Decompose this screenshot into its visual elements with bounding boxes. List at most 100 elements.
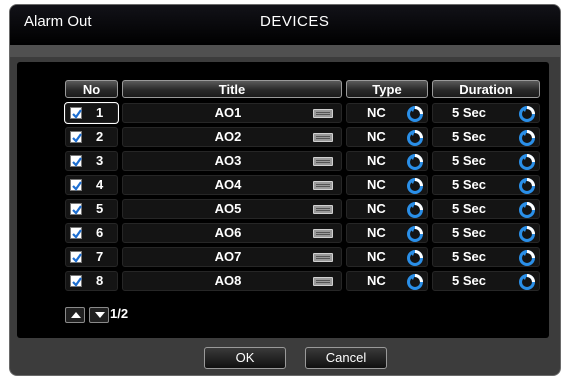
cycle-arrow-icon[interactable]	[519, 178, 535, 194]
page-down-button[interactable]	[89, 307, 109, 323]
type-field[interactable]: NC	[346, 151, 428, 171]
table-row: 8 AO8 NC 5 Sec	[0, 270, 571, 292]
header-duration: Duration	[432, 80, 540, 98]
title-text: AO7	[214, 249, 242, 264]
arrow-down-icon	[95, 312, 105, 318]
type-value: NC	[367, 249, 386, 264]
ok-button[interactable]: OK	[204, 347, 286, 369]
type-field[interactable]: NC	[346, 175, 428, 195]
title-field[interactable]: AO2	[122, 127, 342, 147]
duration-field[interactable]: 5 Sec	[432, 175, 540, 195]
window-title: DEVICES	[260, 13, 330, 30]
enable-checkbox[interactable]	[70, 107, 82, 119]
keyboard-icon[interactable]	[313, 133, 333, 142]
row-no-cell: 1	[64, 102, 119, 124]
cycle-arrow-icon[interactable]	[407, 250, 423, 266]
header-no: No	[65, 80, 118, 98]
duration-field[interactable]: 5 Sec	[432, 271, 540, 291]
cycle-arrow-icon[interactable]	[407, 274, 423, 290]
title-field[interactable]: AO4	[122, 175, 342, 195]
duration-field[interactable]: 5 Sec	[432, 223, 540, 243]
title-bar: Alarm Out DEVICES	[10, 5, 560, 45]
cycle-arrow-icon[interactable]	[519, 250, 535, 266]
keyboard-icon[interactable]	[313, 109, 333, 118]
title-text: AO1	[214, 105, 242, 120]
type-field[interactable]: NC	[346, 223, 428, 243]
page-up-button[interactable]	[65, 307, 85, 323]
keyboard-icon[interactable]	[313, 277, 333, 286]
title-field[interactable]: AO8	[122, 271, 342, 291]
type-field[interactable]: NC	[346, 103, 428, 123]
duration-field[interactable]: 5 Sec	[432, 199, 540, 219]
title-field[interactable]: AO7	[122, 247, 342, 267]
row-number: 1	[96, 105, 104, 120]
type-value: NC	[367, 153, 386, 168]
cancel-button[interactable]: Cancel	[305, 347, 387, 369]
enable-checkbox[interactable]	[70, 179, 82, 191]
cycle-arrow-icon[interactable]	[407, 202, 423, 218]
row-number: 6	[96, 225, 104, 240]
type-value: NC	[367, 273, 386, 288]
table-row: 7 AO7 NC 5 Sec	[0, 246, 571, 268]
type-field[interactable]: NC	[346, 127, 428, 147]
cycle-arrow-icon[interactable]	[407, 178, 423, 194]
cycle-arrow-icon[interactable]	[519, 106, 535, 122]
enable-checkbox[interactable]	[70, 131, 82, 143]
arrow-up-icon	[71, 312, 81, 318]
enable-checkbox[interactable]	[70, 203, 82, 215]
duration-field[interactable]: 5 Sec	[432, 127, 540, 147]
cycle-arrow-icon[interactable]	[407, 130, 423, 146]
duration-value: 5 Sec	[452, 153, 486, 168]
duration-value: 5 Sec	[452, 225, 486, 240]
title-text: AO8	[214, 273, 242, 288]
row-number: 7	[96, 249, 104, 264]
cycle-arrow-icon[interactable]	[407, 226, 423, 242]
duration-field[interactable]: 5 Sec	[432, 247, 540, 267]
duration-field[interactable]: 5 Sec	[432, 151, 540, 171]
table-row: 6 AO6 NC 5 Sec	[0, 222, 571, 244]
duration-value: 5 Sec	[452, 273, 486, 288]
keyboard-icon[interactable]	[313, 205, 333, 214]
type-value: NC	[367, 177, 386, 192]
type-value: NC	[367, 129, 386, 144]
table-row: 5 AO5 NC 5 Sec	[0, 198, 571, 220]
row-number: 5	[96, 201, 104, 216]
title-field[interactable]: AO6	[122, 223, 342, 243]
type-value: NC	[367, 201, 386, 216]
title-field[interactable]: AO1	[122, 103, 342, 123]
cycle-arrow-icon[interactable]	[519, 154, 535, 170]
duration-value: 5 Sec	[452, 177, 486, 192]
header-title: Title	[122, 80, 342, 98]
keyboard-icon[interactable]	[313, 157, 333, 166]
keyboard-icon[interactable]	[313, 181, 333, 190]
enable-checkbox[interactable]	[70, 251, 82, 263]
type-field[interactable]: NC	[346, 271, 428, 291]
type-field[interactable]: NC	[346, 247, 428, 267]
enable-checkbox[interactable]	[70, 275, 82, 287]
header-type: Type	[346, 80, 428, 98]
cycle-arrow-icon[interactable]	[519, 226, 535, 242]
type-field[interactable]: NC	[346, 199, 428, 219]
enable-checkbox[interactable]	[70, 227, 82, 239]
duration-value: 5 Sec	[452, 201, 486, 216]
row-no-cell: 4	[65, 175, 118, 195]
table-row: 2 AO2 NC 5 Sec	[0, 126, 571, 148]
duration-field[interactable]: 5 Sec	[432, 103, 540, 123]
row-no-cell: 7	[65, 247, 118, 267]
title-field[interactable]: AO3	[122, 151, 342, 171]
cycle-arrow-icon[interactable]	[407, 154, 423, 170]
keyboard-icon[interactable]	[313, 253, 333, 262]
row-number: 2	[96, 129, 104, 144]
cycle-arrow-icon[interactable]	[407, 106, 423, 122]
row-number: 8	[96, 273, 104, 288]
row-no-cell: 3	[65, 151, 118, 171]
keyboard-icon[interactable]	[313, 229, 333, 238]
enable-checkbox[interactable]	[70, 155, 82, 167]
cycle-arrow-icon[interactable]	[519, 130, 535, 146]
cycle-arrow-icon[interactable]	[519, 202, 535, 218]
cycle-arrow-icon[interactable]	[519, 274, 535, 290]
table-row: 3 AO3 NC 5 Sec	[0, 150, 571, 172]
title-field[interactable]: AO5	[122, 199, 342, 219]
title-text: AO3	[214, 153, 242, 168]
row-no-cell: 2	[65, 127, 118, 147]
